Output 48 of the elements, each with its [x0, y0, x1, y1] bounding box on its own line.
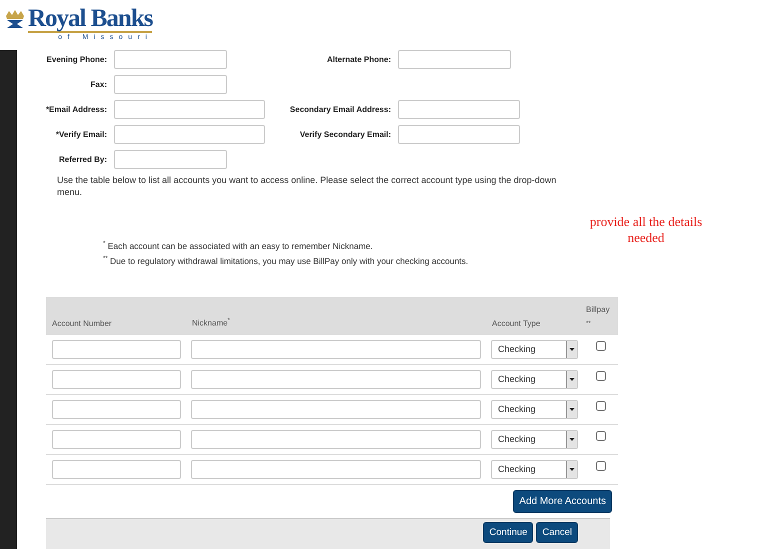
input-field[interactable] [398, 50, 511, 69]
nickname-field[interactable] [191, 460, 481, 479]
field-label: Referred By: [58, 155, 107, 164]
instructions-text: Use the table below to list all accounts you want to access online. Please select the correct account type using the drop-down menu. [57, 174, 558, 198]
crown-logo-icon [4, 8, 26, 30]
input-field[interactable] [114, 50, 227, 69]
account-type-dropdown[interactable]: Checking [491, 400, 578, 419]
account-number-field[interactable] [52, 430, 181, 449]
annotation-text: provide all the details needed [588, 214, 704, 246]
footnote-text: $^{**}$ Due to regulatory withdrawal limitations, you may use BillPay only with your checking accounts. [103, 254, 468, 268]
field-label: *Email Address: [44, 105, 107, 114]
input-field[interactable] [398, 100, 520, 119]
input-field[interactable] [114, 75, 227, 94]
footnote-text: $^{*}$ Each account can be associated with an easy to remember Nickname. [103, 240, 373, 253]
input-field[interactable] [114, 125, 265, 144]
billpay-checkbox[interactable] [596, 371, 606, 382]
billpay-checkbox[interactable] [596, 341, 606, 352]
field-label: Secondary Email Address: [288, 105, 391, 114]
account-number-field[interactable] [52, 370, 181, 389]
account-type-dropdown[interactable]: Checking [491, 430, 578, 449]
input-field[interactable] [398, 125, 520, 144]
account-type-dropdown[interactable]: Checking [491, 460, 578, 479]
column-header: Account Type [491, 318, 542, 330]
form-button[interactable]: Continue [483, 522, 534, 543]
account-type-dropdown[interactable]: Checking [491, 340, 578, 359]
bank-name: Royal Banks [28, 8, 152, 33]
input-field[interactable] [114, 100, 265, 119]
field-label: *Verify Email: [54, 130, 107, 139]
add-accounts-button[interactable]: Add More Accounts [513, 490, 612, 513]
form-button[interactable]: Cancel [536, 522, 578, 543]
billpay-checkbox[interactable] [596, 401, 606, 412]
account-type-dropdown[interactable]: Checking [491, 370, 578, 389]
column-header: Account Number [51, 318, 113, 330]
nickname-field[interactable] [191, 430, 481, 449]
billpay-checkbox[interactable] [596, 431, 606, 442]
nickname-field[interactable] [191, 400, 481, 419]
field-label: Fax: [90, 80, 107, 89]
account-number-field[interactable] [52, 460, 181, 479]
account-number-field[interactable] [52, 340, 181, 359]
nickname-field[interactable] [191, 370, 481, 389]
column-header: Nickname$^{*}$ [191, 318, 231, 330]
field-label: Evening Phone: [46, 55, 107, 64]
field-label: Alternate Phone: [326, 55, 391, 64]
field-label: Verify Secondary Email: [298, 130, 391, 139]
nickname-field[interactable] [191, 340, 481, 359]
input-field[interactable] [114, 150, 227, 169]
billpay-checkbox[interactable] [596, 461, 606, 472]
account-number-field[interactable] [52, 400, 181, 419]
